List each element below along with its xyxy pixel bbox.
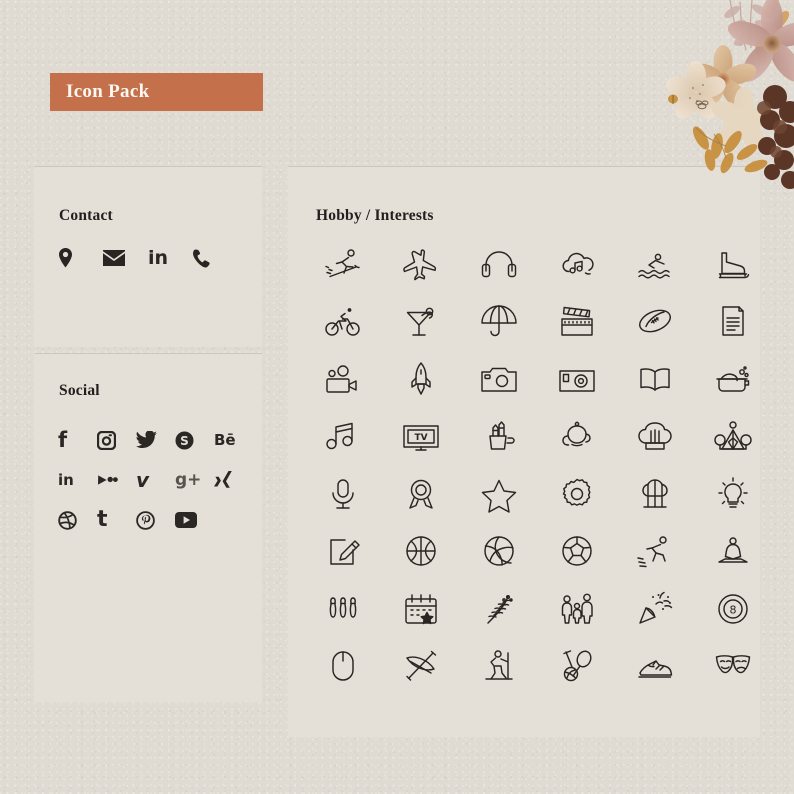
- headphones-icon[interactable]: [460, 235, 538, 293]
- social-panel: Social f S Bē in v g+ t: [34, 353, 262, 702]
- location-pin-icon[interactable]: [58, 245, 103, 271]
- instagram-icon[interactable]: [97, 427, 116, 453]
- svg-text:S: S: [180, 434, 189, 448]
- icon-pack-banner: Icon Pack: [50, 73, 263, 111]
- forest-trees-icon[interactable]: [616, 465, 694, 523]
- open-book-icon[interactable]: [616, 350, 694, 408]
- cocktail-icon[interactable]: [382, 293, 460, 351]
- umbrella-icon[interactable]: [460, 293, 538, 351]
- football-icon[interactable]: [616, 293, 694, 351]
- tv-icon[interactable]: TV: [382, 408, 460, 466]
- linkedin-icon[interactable]: in: [148, 245, 193, 271]
- microphone-icon[interactable]: [304, 465, 382, 523]
- linkedin-icon[interactable]: in: [58, 467, 74, 493]
- google-plus-icon[interactable]: g+: [175, 467, 201, 493]
- page-title: Icon Pack: [66, 81, 150, 102]
- google-plus-icon-label: g+: [175, 469, 202, 490]
- phone-icon[interactable]: [193, 245, 238, 271]
- social-section-title: Social: [59, 382, 100, 399]
- running-icon[interactable]: [616, 523, 694, 581]
- behance-icon[interactable]: Bē: [214, 427, 236, 453]
- lavender-icon[interactable]: [460, 580, 538, 638]
- sports-gear-icon[interactable]: [538, 638, 616, 696]
- light-bulb-icon[interactable]: [694, 465, 772, 523]
- linkedin-icon-label: in: [58, 470, 74, 489]
- basketball-icon[interactable]: [382, 523, 460, 581]
- pinterest-icon[interactable]: [136, 507, 155, 533]
- writing-icon[interactable]: [304, 523, 382, 581]
- airplane-icon[interactable]: [382, 235, 460, 293]
- floral-corner-decoration: [666, 0, 794, 189]
- svg-text:TV: TV: [414, 433, 427, 443]
- facebook-icon[interactable]: f: [58, 427, 67, 453]
- facebook-icon-label: f: [58, 427, 68, 452]
- behance-icon-label: Bē: [214, 430, 236, 449]
- music-note-icon[interactable]: [304, 408, 382, 466]
- contact-panel: Contact in: [34, 166, 262, 347]
- youtube-icon[interactable]: [175, 507, 197, 533]
- soccer-ball-icon[interactable]: [538, 523, 616, 581]
- skiing-icon[interactable]: [304, 235, 382, 293]
- hiking-icon[interactable]: [460, 638, 538, 696]
- hobby-icon-grid: TV 8: [304, 235, 772, 695]
- volleyball-icon[interactable]: [460, 523, 538, 581]
- sneaker-icon[interactable]: [616, 638, 694, 696]
- social-icon-grid: f S Bē in v g+ t: [58, 420, 253, 540]
- envelope-icon[interactable]: [103, 245, 148, 271]
- hobby-section-title: Hobby / Interests: [316, 207, 434, 224]
- vimeo-icon[interactable]: v: [136, 467, 149, 493]
- family-icon[interactable]: [538, 580, 616, 638]
- award-medal-icon[interactable]: [382, 465, 460, 523]
- party-popper-icon[interactable]: [616, 580, 694, 638]
- star-icon[interactable]: [460, 465, 538, 523]
- contact-section-title: Contact: [59, 207, 113, 224]
- camping-tent-icon[interactable]: [694, 408, 772, 466]
- calendar-star-icon[interactable]: [382, 580, 460, 638]
- dribbble-icon[interactable]: [58, 507, 77, 533]
- cycling-icon[interactable]: [304, 293, 382, 351]
- music-cloud-icon[interactable]: [538, 235, 616, 293]
- cooking-pot-icon[interactable]: [694, 350, 772, 408]
- swimming-icon[interactable]: [616, 235, 694, 293]
- billiard-ball-icon[interactable]: 8: [694, 580, 772, 638]
- ice-skate-icon[interactable]: [694, 235, 772, 293]
- clapperboard-icon[interactable]: [538, 293, 616, 351]
- kayak-icon[interactable]: [382, 638, 460, 696]
- vimeo-icon-label: v: [136, 468, 150, 492]
- camera-alt-icon[interactable]: [538, 350, 616, 408]
- bloglovin-icon[interactable]: [97, 467, 119, 493]
- chef-hat-icon[interactable]: [616, 408, 694, 466]
- xing-icon[interactable]: [214, 467, 233, 493]
- skype-icon[interactable]: S: [175, 427, 194, 453]
- teapot-icon[interactable]: [538, 408, 616, 466]
- linkedin-icon-label: in: [148, 246, 169, 269]
- svg-text:8: 8: [730, 603, 737, 616]
- contact-icon-row: in: [58, 245, 238, 271]
- book-page-icon[interactable]: [694, 293, 772, 351]
- yoga-icon[interactable]: [694, 523, 772, 581]
- camera-icon[interactable]: [460, 350, 538, 408]
- brush-cup-icon[interactable]: [460, 408, 538, 466]
- theater-masks-icon[interactable]: [694, 638, 772, 696]
- bowling-pins-icon[interactable]: [304, 580, 382, 638]
- video-camera-icon[interactable]: [304, 350, 382, 408]
- twitter-icon[interactable]: [136, 427, 157, 453]
- computer-mouse-icon[interactable]: [304, 638, 382, 696]
- hobby-panel: Hobby / Interests TV 8: [288, 166, 760, 737]
- tumblr-icon-label: t: [97, 507, 108, 532]
- gear-icon[interactable]: [538, 465, 616, 523]
- tumblr-icon[interactable]: t: [97, 507, 108, 533]
- rocket-icon[interactable]: [382, 350, 460, 408]
